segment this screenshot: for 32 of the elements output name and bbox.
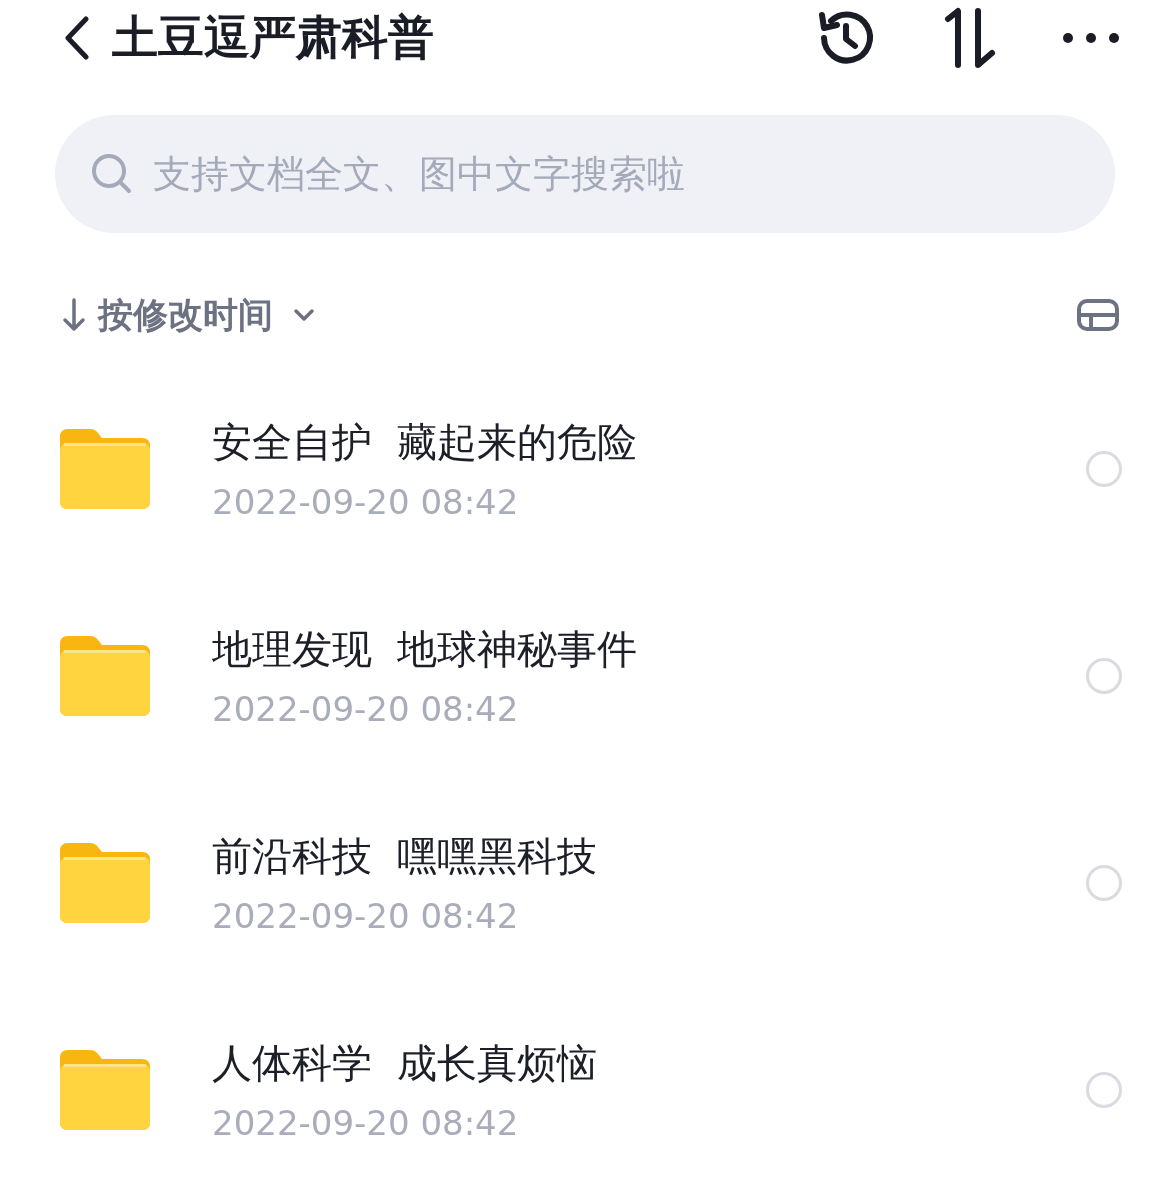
folder-row[interactable]: 安全自护 藏起来的危险 2022-09-20 08:42: [0, 365, 1170, 572]
chevron-down-icon: [293, 308, 315, 322]
folder-row[interactable]: 地理发现 地球神秘事件 2022-09-20 08:42: [0, 572, 1170, 779]
modified-date: 2022-09-20 08:42: [212, 689, 520, 729]
select-radio[interactable]: [1086, 657, 1122, 694]
select-radio[interactable]: [1086, 1071, 1122, 1108]
modified-date: 2022-09-20 08:42: [212, 482, 520, 522]
more-button[interactable]: [1062, 31, 1120, 44]
modified-date: 2022-09-20 08:42: [212, 1103, 520, 1143]
search-field[interactable]: 支持文档全文、图中文字搜索啦: [151, 151, 1115, 197]
folder-icon: [60, 842, 150, 923]
more-icon: [1062, 31, 1120, 44]
folder-name: 安全自护 藏起来的危险: [212, 418, 639, 467]
back-icon: [64, 15, 90, 60]
folder-name: 前沿科技 嘿嘿黑科技: [212, 832, 599, 881]
modified-date: 2022-09-20 08:42: [212, 896, 520, 936]
folder-name: 地理发现 地球神秘事件: [212, 625, 639, 674]
page-title: 土豆逗严肃科普: [112, 8, 435, 66]
folder-icon: [60, 1049, 150, 1130]
folder-name: 人体科学 成长真烦恼: [212, 1039, 599, 1088]
folder-icon: [60, 635, 150, 716]
folder-icon: [60, 428, 150, 509]
layout-icon: [1076, 298, 1120, 332]
view-toggle-button[interactable]: [1076, 298, 1120, 332]
down-arrow-icon: [62, 297, 86, 333]
search-icon: [91, 153, 133, 195]
folder-row[interactable]: 前沿科技 嘿嘿黑科技 2022-09-20 08:42: [0, 779, 1170, 986]
folder-row[interactable]: 人体科学 成长真烦恼 2022-09-20 08:42: [0, 986, 1170, 1185]
select-radio[interactable]: [1086, 864, 1122, 901]
search-bar[interactable]: 支持文档全文、图中文字搜索啦: [55, 115, 1115, 233]
select-radio[interactable]: [1086, 450, 1122, 487]
sort-order-button[interactable]: 按修改时间: [62, 291, 315, 339]
